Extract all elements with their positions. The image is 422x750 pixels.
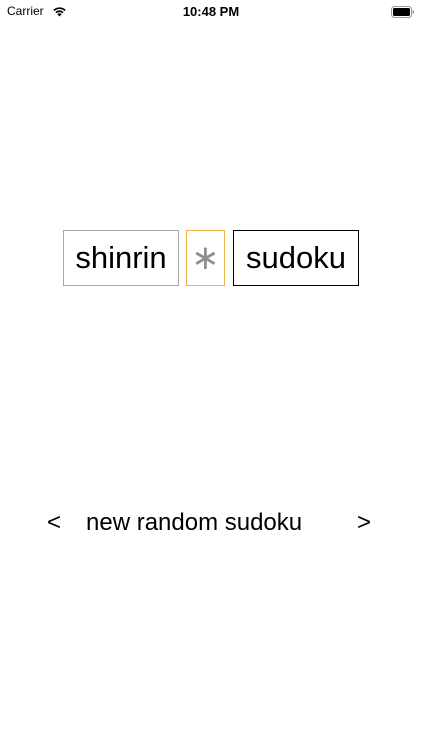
title-tile-shinrin: shinrin	[63, 230, 179, 286]
puzzle-navigation: < new random sudoku >	[0, 507, 422, 541]
app-title: shinrin ∗ sudoku	[0, 230, 422, 288]
new-random-sudoku-button[interactable]: new random sudoku	[86, 509, 302, 537]
battery-full-icon	[391, 5, 415, 18]
title-tile-asterisk: ∗	[186, 230, 225, 286]
status-bar: Carrier 10:48 PM	[0, 0, 422, 22]
previous-sudoku-button[interactable]: <	[47, 509, 61, 537]
next-sudoku-button[interactable]: >	[357, 509, 371, 537]
title-tile-sudoku: sudoku	[233, 230, 359, 286]
status-time: 10:48 PM	[182, 4, 240, 19]
